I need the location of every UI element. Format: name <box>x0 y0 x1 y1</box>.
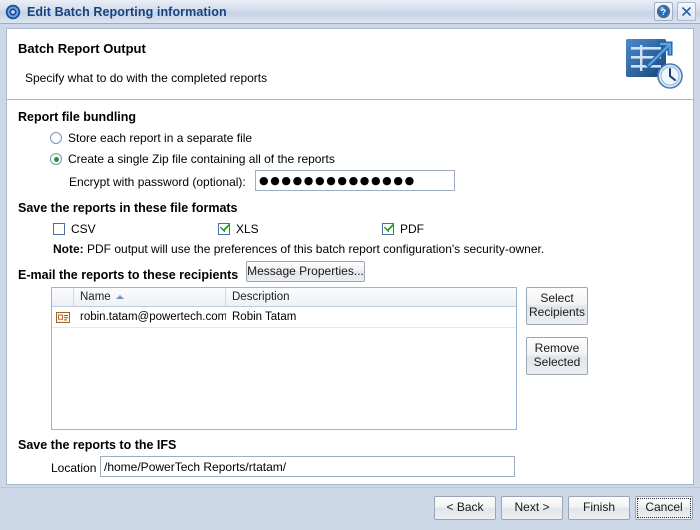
format-note: Note: PDF output will use the preference… <box>53 242 544 256</box>
password-input[interactable]: ●●●●●●●●●●●●●● <box>255 170 455 191</box>
checkbox-csv[interactable]: CSV <box>53 222 96 236</box>
column-header-name[interactable]: Name <box>74 288 226 306</box>
dialog-window: Edit Batch Reporting information ? Batch… <box>0 0 700 530</box>
close-icon <box>682 7 691 16</box>
window-title: Edit Batch Reporting information <box>27 4 227 19</box>
column-header-name-label: Name <box>80 291 111 303</box>
remove-selected-line2: Selected <box>533 355 581 369</box>
title-bar: Edit Batch Reporting information ? <box>0 0 700 24</box>
radio-store-separate[interactable]: Store each report in a separate file <box>50 131 252 145</box>
page-subtitle: Specify what to do with the completed re… <box>25 71 268 85</box>
table-cell-description: Robin Tatam <box>232 311 297 323</box>
main-panel: Report file bundling Store each report i… <box>7 100 693 484</box>
section-title-bundling: Report file bundling <box>18 110 137 124</box>
checkbox-pdf[interactable]: PDF <box>382 222 424 236</box>
table-cell-name: robin.tatam@powertech.com <box>80 311 226 323</box>
checkbox-checked-icon <box>382 223 394 235</box>
svg-text:?: ? <box>661 7 666 17</box>
format-note-text: PDF output will use the preferences of t… <box>83 242 545 256</box>
remove-selected-button[interactable]: Remove Selected <box>526 337 588 375</box>
section-title-email: E-mail the reports to these recipients <box>18 268 239 282</box>
footer-bar: < Back Next > Finish Cancel <box>0 487 700 530</box>
table-header-row: Name Description <box>52 288 516 307</box>
next-button[interactable]: Next > <box>501 496 563 520</box>
password-value: ●●●●●●●●●●●●●● <box>259 174 416 187</box>
help-button[interactable]: ? <box>654 2 673 21</box>
page-title: Batch Report Output <box>18 41 146 56</box>
checkbox-pdf-label: PDF <box>400 222 424 236</box>
column-header-description-label: Description <box>232 291 290 303</box>
checkbox-xls-label: XLS <box>236 222 259 236</box>
section-title-formats: Save the reports in these file formats <box>18 201 238 215</box>
checkbox-unchecked-icon <box>53 223 65 235</box>
back-button[interactable]: < Back <box>434 496 496 520</box>
select-recipients-line2: Recipients <box>528 305 586 319</box>
contact-card-icon <box>52 311 74 323</box>
radio-single-zip[interactable]: Create a single Zip file containing all … <box>50 152 335 166</box>
format-note-label: Note: <box>53 242 84 256</box>
finish-button[interactable]: Finish <box>568 496 630 520</box>
window-body: Batch Report Output Specify what to do w… <box>0 24 700 530</box>
help-icon: ? <box>656 4 671 19</box>
checkbox-xls[interactable]: XLS <box>218 222 259 236</box>
radio-on-icon <box>50 153 62 165</box>
batch-report-schedule-icon <box>623 35 685 93</box>
recipients-table[interactable]: Name Description robin.tatam@powertech.c… <box>51 287 517 430</box>
sort-ascending-icon <box>115 295 124 299</box>
location-value: /home/PowerTech Reports/rtatam/ <box>104 459 287 474</box>
select-recipients-line1: Select <box>540 291 574 306</box>
ring-icon <box>5 4 21 20</box>
radio-single-zip-label: Create a single Zip file containing all … <box>68 152 335 166</box>
table-row[interactable]: robin.tatam@powertech.com Robin Tatam <box>52 307 516 328</box>
column-header-icon[interactable] <box>52 288 74 306</box>
message-properties-button[interactable]: Message Properties... <box>246 261 365 282</box>
select-recipients-button[interactable]: Select Recipients <box>526 287 588 325</box>
cancel-button[interactable]: Cancel <box>635 496 693 520</box>
checkbox-csv-label: CSV <box>71 222 96 236</box>
column-header-description[interactable]: Description <box>226 288 516 306</box>
content-frame: Batch Report Output Specify what to do w… <box>6 28 694 485</box>
checkbox-checked-icon <box>218 223 230 235</box>
radio-off-icon <box>50 132 62 144</box>
page-header: Batch Report Output Specify what to do w… <box>7 29 693 100</box>
location-label: Location <box>51 461 97 475</box>
location-input[interactable]: /home/PowerTech Reports/rtatam/ <box>100 456 515 477</box>
remove-selected-line1: Remove <box>534 341 580 356</box>
password-label: Encrypt with password (optional): <box>69 175 246 189</box>
close-button[interactable] <box>677 2 696 21</box>
section-title-ifs: Save the reports to the IFS <box>18 438 177 452</box>
radio-store-separate-label: Store each report in a separate file <box>68 131 253 145</box>
